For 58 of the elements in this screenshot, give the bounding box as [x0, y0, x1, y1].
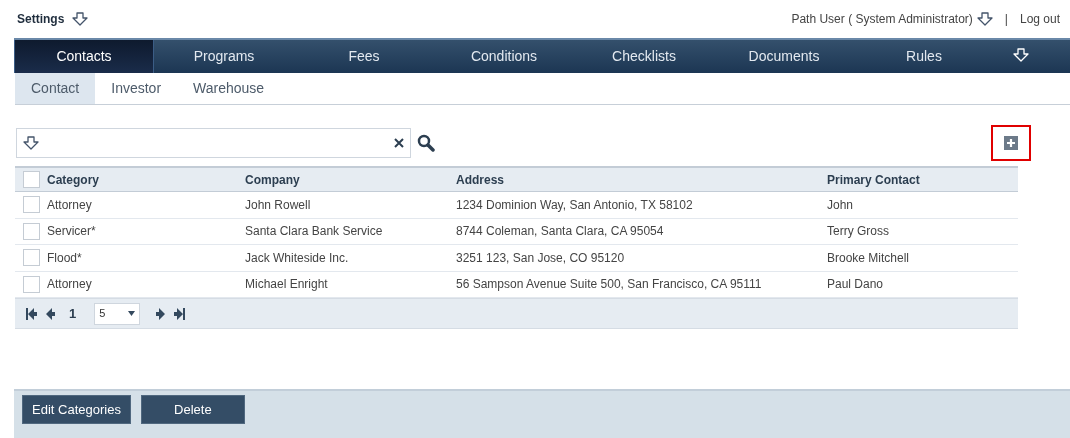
next-page-icon[interactable]	[154, 306, 167, 321]
page-number: 1	[69, 304, 77, 323]
column-header[interactable]: Company	[245, 170, 456, 189]
action-button[interactable]: Delete	[140, 395, 245, 424]
table-cell-text: Jack Whiteside Inc.	[245, 249, 350, 267]
dropdown-arrow-icon[interactable]	[23, 136, 39, 150]
sub-tab[interactable]: Contact	[15, 73, 96, 104]
table-cell-text: Attorney	[47, 276, 93, 294]
user-name[interactable]: Path User ( System Administrator)	[791, 10, 973, 28]
column-header[interactable]: Primary Contact	[827, 170, 1017, 189]
sub-tab[interactable]: Investor	[95, 73, 178, 104]
table-cell-text: Terry Gross	[827, 223, 890, 241]
page-size-select[interactable]: 5	[94, 302, 141, 325]
checkbox[interactable]	[22, 249, 40, 267]
nav-tab[interactable]: Conditions	[434, 40, 574, 73]
page-size-value: 5	[99, 306, 106, 322]
table-cell-text: Attorney	[47, 196, 93, 214]
table-cell-text: Michael Enright	[245, 276, 329, 294]
plus-icon	[1004, 136, 1018, 150]
checkbox[interactable]	[22, 275, 40, 293]
checkbox[interactable]	[22, 171, 40, 188]
dropdown-arrow-icon[interactable]	[72, 12, 89, 26]
nav-tab[interactable]: Contacts	[14, 40, 154, 73]
dropdown-arrow-icon[interactable]	[976, 12, 993, 26]
nav-tab[interactable]: Programs	[154, 40, 294, 73]
add-button[interactable]	[991, 125, 1031, 161]
column-header[interactable]: Category	[47, 170, 245, 189]
search-icon[interactable]	[417, 134, 435, 152]
table-cell-text: Flood*	[47, 249, 83, 267]
sub-tab[interactable]: Warehouse	[177, 73, 281, 104]
table-cell-text: 56 Sampson Avenue Suite 500, San Francisco, CA 95111	[456, 276, 763, 294]
nav-tab[interactable]: Fees	[294, 40, 434, 73]
clear-icon[interactable]	[394, 138, 404, 148]
checkbox[interactable]	[22, 222, 40, 240]
table-cell-text: John	[827, 196, 855, 214]
table-cell-text: 3251 123, San Jose, CO 95120	[456, 249, 626, 267]
table-cell-text: Brooke Mitchell	[827, 249, 911, 267]
nav-tab[interactable]: Rules	[854, 40, 994, 73]
table-cell-text: Paul Dano	[827, 276, 885, 294]
table-cell-text: John Rowell	[245, 196, 312, 214]
search-field[interactable]	[16, 128, 411, 158]
checkbox[interactable]	[22, 196, 40, 214]
table-cell-text: 8744 Coleman, Santa Clara, CA 95054	[456, 223, 665, 241]
caret-icon	[128, 311, 136, 316]
last-page-icon[interactable]	[172, 306, 187, 321]
table-cell-text: Santa Clara Bank Service	[245, 223, 384, 241]
action-button[interactable]: Edit Categories	[22, 395, 131, 424]
table-cell-text: Servicer*	[47, 223, 97, 241]
previous-page-icon[interactable]	[45, 306, 57, 321]
more-arrow-icon[interactable]	[1013, 48, 1029, 62]
nav-tab[interactable]: Documents	[714, 40, 854, 73]
table-cell-text: 1234 Dominion Way, San Antonio, TX 58102	[456, 196, 694, 214]
logout-link[interactable]: Log out	[1019, 10, 1060, 28]
nav-tab[interactable]: Checklists	[574, 40, 714, 73]
first-page-icon[interactable]	[25, 306, 39, 321]
separator: |	[1004, 11, 1008, 28]
page-title: Settings	[17, 11, 65, 28]
column-header[interactable]: Address	[456, 170, 827, 189]
